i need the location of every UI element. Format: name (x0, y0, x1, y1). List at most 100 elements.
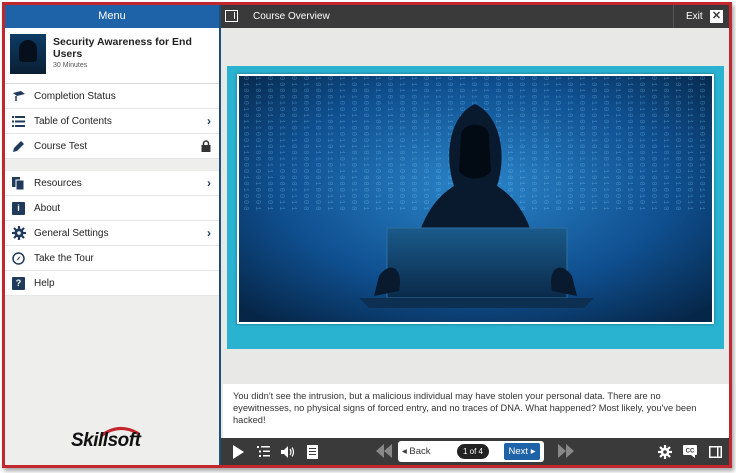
sidebar-item-label: General Settings (34, 227, 109, 239)
sidebar-item-label: Resources (34, 177, 82, 189)
app-window: Menu Security Awareness for End Users 30… (2, 2, 732, 468)
resources-icon (11, 176, 26, 190)
previous-page-icon[interactable] (376, 444, 392, 458)
svg-text:0000100111111110000011: 0000100111111110000011 (277, 76, 285, 212)
next-page-icon[interactable] (558, 444, 574, 458)
svg-text:1010101101101010000001: 1010101101101010000001 (613, 76, 621, 212)
svg-text:1011000111010000110100: 1011000111010000110100 (673, 76, 681, 212)
logo-text: Skillsoft (71, 430, 141, 451)
page-navigator: ◂ Back 1 of 4 Next ▸ (398, 441, 544, 462)
exit-label: Exit (686, 11, 703, 22)
back-label: Back (409, 446, 431, 457)
narration-caption: You didn't see the intrusion, but a mali… (223, 384, 729, 438)
svg-text:1000111111001010000110: 1000111111001010000110 (505, 76, 513, 212)
svg-text:1001001100010101101000: 1001001100010101101000 (349, 76, 357, 212)
svg-text:1110000111010010000001: 1110000111010010000001 (397, 76, 405, 212)
sidebar-item-general-settings[interactable]: General Settings › (5, 221, 219, 246)
volume-icon[interactable] (279, 443, 297, 460)
pencil-icon (11, 139, 26, 153)
svg-text:0000111101011100110011: 0000111101011100110011 (385, 76, 393, 212)
top-bar: Course Overview Exit ✕ (221, 5, 729, 28)
svg-text:0101111111011001100111: 0101111111011001100111 (685, 76, 693, 212)
closed-caption-icon[interactable]: CC (681, 443, 699, 460)
gear-icon (11, 226, 26, 240)
sidebar-item-label: Table of Contents (34, 115, 112, 127)
sidebar-item-label: Take the Tour (34, 252, 94, 264)
svg-text:1000000101011100010000: 1000000101011100010000 (313, 76, 321, 212)
sidebar-item-help[interactable]: ? Help (5, 271, 219, 296)
menu-group-secondary: Resources › i About General Settings › T… (5, 171, 219, 296)
sidebar-item-resources[interactable]: Resources › (5, 171, 219, 196)
svg-text:1100000100010110000001: 1100000100010110000001 (361, 76, 369, 212)
skillsoft-logo: Skillsoft (71, 426, 157, 454)
svg-text:1111001110111011000110: 1111001110111011000110 (337, 76, 345, 212)
sidebar-item-label: Completion Status (34, 90, 116, 102)
list-icon (11, 114, 26, 128)
sidebar-menu: Menu Security Awareness for End Users 30… (5, 5, 221, 465)
page-indicator: 1 of 4 (457, 444, 489, 459)
course-title: Security Awareness for End Users (53, 36, 192, 60)
svg-text:0101000100101010101111: 0101000100101010101111 (697, 76, 705, 212)
svg-text:0000000000000010000101: 0000000000000010000101 (529, 76, 537, 212)
svg-text:1110000000100100110010: 1110000000100100110010 (577, 76, 585, 212)
settings-gear-icon[interactable] (656, 443, 674, 460)
exit-button[interactable]: Exit ✕ (673, 5, 729, 28)
hacker-image: 0100010110011000101000 110010011001001001… (237, 74, 714, 324)
next-label: Next (508, 446, 529, 457)
info-icon: i (11, 201, 26, 215)
outline-icon[interactable] (254, 443, 272, 460)
course-card: Security Awareness for End Users 30 Minu… (5, 28, 219, 84)
next-button[interactable]: Next ▸ (504, 443, 540, 460)
menu-header: Menu (5, 5, 219, 28)
content-area: 0100010110011000101000 110010011001001001… (223, 28, 729, 438)
sidebar-item-label: Course Test (34, 140, 88, 152)
sidebar-item-label: Help (34, 277, 55, 289)
completion-icon (11, 89, 26, 103)
svg-text:1001110000100001000101: 1001110000100001000101 (637, 76, 645, 212)
sidebar-item-completion-status[interactable]: Completion Status (5, 84, 219, 109)
sidebar-item-table-of-contents[interactable]: Table of Contents › (5, 109, 219, 134)
svg-text:1010001001110110000111: 1010001001110110000111 (373, 76, 381, 212)
svg-text:1111011110011100101100: 1111011110011100101100 (553, 76, 561, 212)
transcript-icon[interactable] (303, 443, 321, 460)
svg-text:0001110011111100101001: 0001110011111100101001 (421, 76, 429, 212)
chevron-right-icon: › (207, 114, 211, 128)
svg-text:0100101100000011100001: 0100101100000011100001 (265, 76, 273, 212)
course-thumbnail (10, 34, 46, 74)
lock-icon (201, 140, 211, 152)
svg-text:1000110100101111010111: 1000110100101111010111 (589, 76, 597, 212)
sidebar-item-course-test[interactable]: Course Test (5, 134, 219, 159)
svg-text:1110000001101100000010: 1110000001101100000010 (409, 76, 417, 212)
back-button[interactable]: ◂ Back (402, 441, 431, 462)
sidebar-item-label: About (34, 202, 61, 214)
toggle-panel-icon[interactable] (706, 443, 724, 460)
svg-text:0110110111101001000011: 0110110111101001000011 (649, 76, 657, 212)
player-toolbar: ◂ Back 1 of 4 Next ▸ CC (221, 438, 729, 465)
svg-text:0110111001010001110110: 0110111001010001110110 (709, 76, 712, 212)
svg-text:0100100101100110001111: 0100100101100110001111 (289, 76, 297, 212)
chevron-right-icon: › (207, 176, 211, 190)
svg-text:0011100111101111110110: 0011100111101111110110 (517, 76, 525, 212)
course-duration: 30 Minutes (53, 62, 88, 69)
media-panel: 0100010110011000101000 110010011001001001… (227, 66, 724, 349)
svg-text:0111011011000011011101: 0111011011000011011101 (541, 76, 549, 212)
compass-icon (11, 251, 26, 265)
collapse-menu-icon[interactable] (225, 10, 238, 22)
svg-text:CC: CC (686, 449, 695, 455)
chevron-right-icon: › (207, 226, 211, 240)
svg-text:0100001110000000001000: 0100001110000000001000 (301, 76, 309, 212)
close-icon: ✕ (710, 10, 723, 23)
svg-text:1001110110100110010001: 1001110110100110010001 (565, 76, 573, 212)
sidebar-item-take-the-tour[interactable]: Take the Tour (5, 246, 219, 271)
help-icon: ? (11, 276, 26, 290)
play-icon[interactable] (229, 443, 247, 460)
svg-text:0100111001101101100111: 0100111001101101100111 (325, 76, 333, 212)
svg-text:1101100010001100011000: 1101100010001100011000 (625, 76, 633, 212)
svg-text:1011000000011100000000: 1011000000011100000000 (433, 76, 441, 212)
page-title: Course Overview (253, 11, 330, 22)
menu-group-primary: Completion Status Table of Contents › Co… (5, 84, 219, 159)
sidebar-item-about[interactable]: i About (5, 196, 219, 221)
svg-text:1100100110010010010001: 1100100110010010010001 (253, 76, 261, 212)
svg-text:1001000110110111010010: 1001000110110111010010 (661, 76, 669, 212)
svg-text:1101001011000011111011: 1101001011000011111011 (601, 76, 609, 212)
